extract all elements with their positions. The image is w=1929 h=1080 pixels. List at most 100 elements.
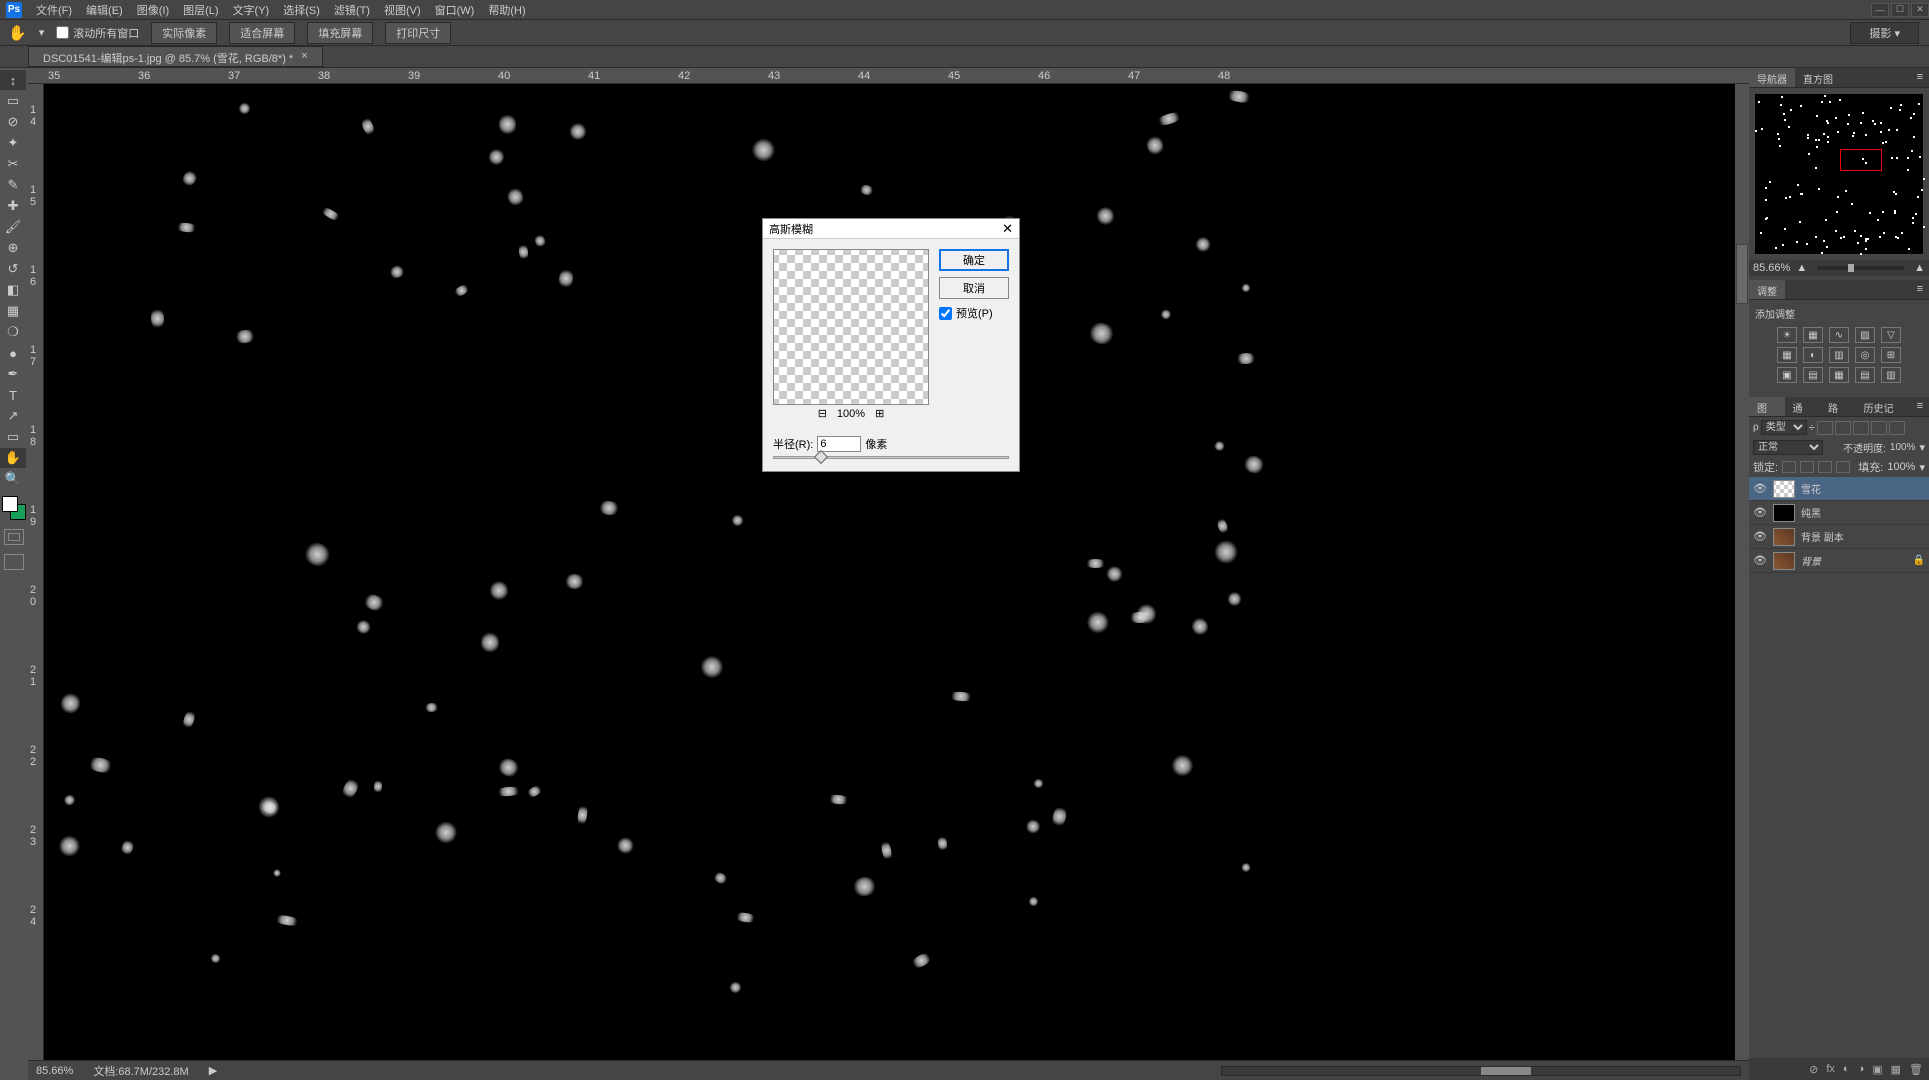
layer-item[interactable]: 👁 背景 副本 xyxy=(1749,525,1929,549)
blur-tool-icon[interactable]: ❍ xyxy=(0,322,26,342)
lock-all-icon[interactable] xyxy=(1836,461,1850,473)
filter-smart-icon[interactable] xyxy=(1889,421,1905,435)
adj-poster-icon[interactable]: ▤ xyxy=(1803,367,1823,383)
crop-tool-icon[interactable]: ✂ xyxy=(0,154,26,174)
pen-tool-icon[interactable]: ✒ xyxy=(0,364,26,384)
visibility-icon[interactable]: 👁 xyxy=(1753,530,1767,543)
menu-type[interactable]: 文字(Y) xyxy=(233,2,270,18)
horizontal-scrollbar[interactable] xyxy=(1221,1066,1741,1076)
panel-menu-icon[interactable]: ≡ xyxy=(1911,397,1929,416)
history-brush-icon[interactable]: ↺ xyxy=(0,259,26,279)
document-tab-close[interactable]: × xyxy=(301,50,307,63)
path-tool-icon[interactable]: ↗ xyxy=(0,406,26,426)
adj-exposure-icon[interactable]: ▨ xyxy=(1855,327,1875,343)
lock-transparent-icon[interactable] xyxy=(1782,461,1796,473)
radius-slider[interactable] xyxy=(773,456,1009,459)
delete-layer-icon[interactable]: 🗑 xyxy=(1909,1063,1923,1076)
menu-layer[interactable]: 图层(L) xyxy=(183,2,218,18)
panel-menu-icon[interactable]: ≡ xyxy=(1911,280,1929,299)
blend-mode-select[interactable]: 正常 xyxy=(1753,440,1823,455)
workspace-selector[interactable]: 摄影 ▾ xyxy=(1850,22,1919,44)
adj-lookup-icon[interactable]: ⊞ xyxy=(1881,347,1901,363)
menu-image[interactable]: 图像(I) xyxy=(137,2,169,18)
eyedropper-tool-icon[interactable]: ✎ xyxy=(0,175,26,195)
zoom-in-icon[interactable]: ▲ xyxy=(1914,262,1925,274)
vertical-scrollbar[interactable] xyxy=(1735,84,1749,1060)
adj-bw-icon[interactable]: ◐ xyxy=(1803,347,1823,363)
print-size-button[interactable]: 打印尺寸 xyxy=(385,22,451,44)
lock-pixels-icon[interactable] xyxy=(1800,461,1814,473)
opacity-value[interactable]: 100% xyxy=(1890,442,1916,453)
preview-checkbox[interactable]: 预览(P) xyxy=(939,305,1009,321)
screenmode-icon[interactable] xyxy=(4,554,24,570)
adj-brightness-icon[interactable]: ☀ xyxy=(1777,327,1797,343)
wand-tool-icon[interactable]: ✦ xyxy=(0,133,26,153)
stamp-tool-icon[interactable]: ⊕ xyxy=(0,238,26,258)
layer-item[interactable]: 👁 背景 🔒 xyxy=(1749,549,1929,573)
filter-text-icon[interactable] xyxy=(1853,421,1869,435)
adj-levels-icon[interactable]: ▦ xyxy=(1803,327,1823,343)
preview-zoomin-icon[interactable]: ⊞ xyxy=(875,407,884,420)
mask-icon[interactable]: ◐ xyxy=(1843,1063,1850,1075)
adj-curves-icon[interactable]: ∿ xyxy=(1829,327,1849,343)
layer-item[interactable]: 👁 雪花 xyxy=(1749,477,1929,501)
fx-icon[interactable]: fx xyxy=(1826,1063,1835,1075)
text-tool-icon[interactable]: T xyxy=(0,385,26,405)
new-layer-icon[interactable]: ▦ xyxy=(1891,1063,1901,1076)
adjustment-layer-icon[interactable]: ◑ xyxy=(1858,1063,1865,1075)
tab-navigator[interactable]: 导航器 xyxy=(1749,68,1795,87)
tab-layers[interactable]: 图层 xyxy=(1749,397,1785,416)
window-minimize[interactable]: — xyxy=(1871,3,1889,17)
layer-item[interactable]: 👁 纯黑 xyxy=(1749,501,1929,525)
status-flyout-icon[interactable]: ▶ xyxy=(209,1064,217,1077)
healing-tool-icon[interactable]: ✚ xyxy=(0,196,26,216)
tab-adjustments[interactable]: 调整 xyxy=(1749,280,1785,299)
visibility-icon[interactable]: 👁 xyxy=(1753,554,1767,567)
eraser-tool-icon[interactable]: ◧ xyxy=(0,280,26,300)
adj-mixer-icon[interactable]: ◎ xyxy=(1855,347,1875,363)
zoom-tool-icon[interactable]: 🔍 xyxy=(0,469,26,489)
adj-invert-icon[interactable]: ▣ xyxy=(1777,367,1797,383)
arrow-tool-icon[interactable]: ↕ xyxy=(0,70,26,90)
preview-zoomout-icon[interactable]: ⊟ xyxy=(818,407,827,420)
gradient-tool-icon[interactable]: ▦ xyxy=(0,301,26,321)
menu-select[interactable]: 选择(S) xyxy=(283,2,320,18)
filter-adj-icon[interactable] xyxy=(1835,421,1851,435)
quickmask-icon[interactable] xyxy=(4,529,24,545)
menu-file[interactable]: 文件(F) xyxy=(36,2,72,18)
actual-pixels-button[interactable]: 实际像素 xyxy=(151,22,217,44)
adj-thresh-icon[interactable]: ▦ xyxy=(1829,367,1849,383)
dialog-preview[interactable] xyxy=(773,249,929,405)
dodge-tool-icon[interactable]: ● xyxy=(0,343,26,363)
tab-paths[interactable]: 路径 xyxy=(1820,397,1856,416)
brush-tool-icon[interactable]: 🖌 xyxy=(0,217,26,237)
tab-histogram[interactable]: 直方图 xyxy=(1795,68,1841,87)
cancel-button[interactable]: 取消 xyxy=(939,277,1009,299)
menu-help[interactable]: 帮助(H) xyxy=(488,2,525,18)
lasso-tool-icon[interactable]: ⊘ xyxy=(0,112,26,132)
color-swatches[interactable] xyxy=(0,496,26,522)
radius-input[interactable] xyxy=(817,436,861,452)
scroll-all-windows-checkbox[interactable]: 滚动所有窗口 xyxy=(56,25,139,41)
window-maximize[interactable]: ☐ xyxy=(1891,3,1909,17)
zoom-readout[interactable]: 85.66% xyxy=(36,1065,73,1077)
navigator-zoom-slider[interactable] xyxy=(1817,266,1904,270)
menu-filter[interactable]: 滤镜(T) xyxy=(334,2,370,18)
foreground-color[interactable] xyxy=(2,496,18,512)
navigator-preview[interactable] xyxy=(1755,94,1923,254)
link-layers-icon[interactable]: ⊘ xyxy=(1809,1063,1818,1076)
zoom-out-icon[interactable]: ▲ xyxy=(1796,262,1807,274)
document-tab[interactable]: DSC01541-编辑ps-1.jpg @ 85.7% (雪花, RGB/8*)… xyxy=(28,46,323,67)
adj-photo-icon[interactable]: ▥ xyxy=(1829,347,1849,363)
menu-edit[interactable]: 编辑(E) xyxy=(86,2,123,18)
hand-tool-icon[interactable]: ✋ xyxy=(0,448,26,468)
tool-preset-dropdown[interactable]: ▾ xyxy=(39,26,45,39)
fit-screen-button[interactable]: 适合屏幕 xyxy=(229,22,295,44)
layer-filter-type[interactable]: 类型 xyxy=(1761,420,1807,435)
lock-position-icon[interactable] xyxy=(1818,461,1832,473)
fill-value[interactable]: 100% xyxy=(1887,461,1915,473)
marquee-tool-icon[interactable]: ▭ xyxy=(0,91,26,111)
ok-button[interactable]: 确定 xyxy=(939,249,1009,271)
shape-tool-icon[interactable]: ▭ xyxy=(0,427,26,447)
window-close[interactable]: ✕ xyxy=(1911,3,1929,17)
